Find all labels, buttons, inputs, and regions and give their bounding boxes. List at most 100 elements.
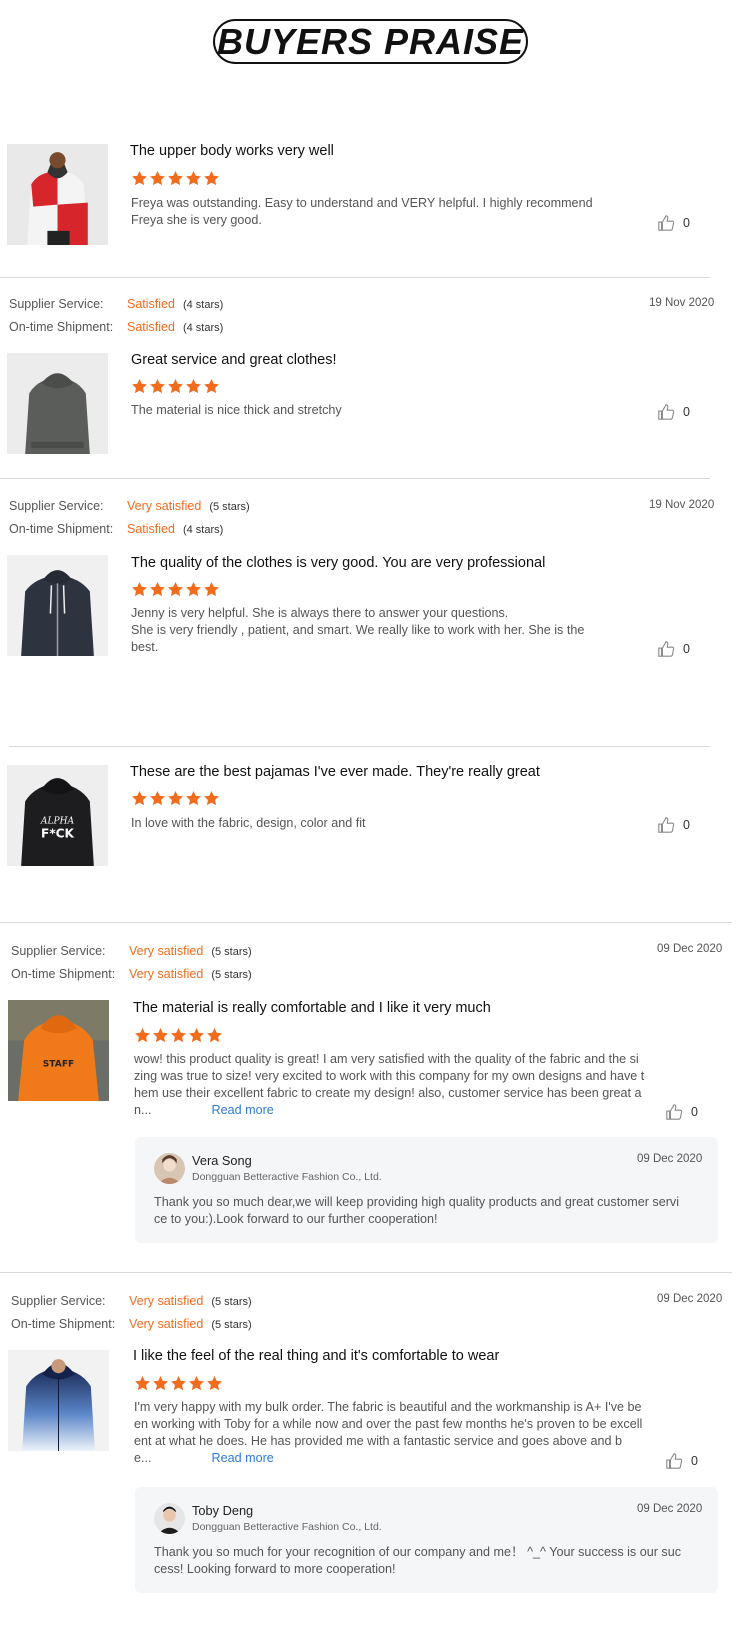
review-body-line: best. [131, 640, 159, 654]
divider [9, 746, 710, 747]
star-icon [204, 582, 219, 597]
review-body-line: wow! this product quality is great! I am… [134, 1052, 639, 1066]
rating-stars [134, 1027, 223, 1044]
read-more-link[interactable]: Read more [212, 1451, 274, 1465]
svg-text:STAFF: STAFF [43, 1060, 74, 1070]
review-date: 19 Nov 2020 [649, 499, 715, 511]
meta-value: Satisfied [127, 297, 175, 311]
divider [0, 1272, 732, 1273]
review-product-image[interactable] [8, 1350, 109, 1451]
review-title: The material is really comfortable and I… [133, 1000, 491, 1016]
review-date: 19 Nov 2020 [649, 297, 715, 309]
hoodie-black-print-photo-icon: ALPHA F*CK [7, 765, 108, 866]
like-button[interactable]: 0 [665, 1452, 698, 1470]
ontime-shipment-row: On-time Shipment: Satisfied (4 stars) [9, 522, 223, 536]
star-icon [186, 379, 201, 394]
svg-text:ALPHA: ALPHA [40, 817, 75, 827]
meta-label: Supplier Service: [11, 1294, 106, 1308]
supplier-service-row: Supplier Service: Satisfied (4 stars) [9, 297, 223, 311]
ontime-shipment-row: On-time Shipment: Very satisfied (5 star… [11, 967, 252, 981]
star-icon [150, 791, 165, 806]
star-icon [168, 379, 183, 394]
reply-text-line: Thank you so much for your recognition o… [154, 1545, 682, 1559]
star-icon [204, 791, 219, 806]
hoodie-navy-zip-photo-icon [7, 555, 108, 656]
hoodie-orange-photo-icon: STAFF [8, 1000, 109, 1101]
review-body: Jenny is very helpful. She is always the… [131, 605, 584, 656]
review-product-image[interactable]: STAFF [8, 1000, 109, 1101]
star-icon [135, 1028, 150, 1043]
star-icon [189, 1028, 204, 1043]
reply-author-name: Vera Song [192, 1153, 252, 1168]
reply-date: 09 Dec 2020 [637, 1153, 703, 1165]
meta-value: Satisfied [127, 522, 175, 536]
review-title: These are the best pajamas I've ever mad… [130, 764, 540, 780]
thumbs-up-icon [666, 1453, 683, 1469]
like-count: 0 [683, 216, 690, 230]
review-body: In love with the fabric, design, color a… [131, 815, 366, 832]
meta-label: Supplier Service: [9, 499, 104, 513]
review-body-line: She is very friendly , patient, and smar… [131, 623, 585, 637]
star-icon [186, 171, 201, 186]
review-date: 09 Dec 2020 [657, 943, 723, 955]
hoodie-blue-gradient-photo-icon [8, 1350, 109, 1451]
star-icon [150, 171, 165, 186]
meta-label: On-time Shipment: [11, 967, 116, 981]
thumbs-up-icon [666, 1104, 683, 1120]
review-body: I'm very happy with my bulk order. The f… [134, 1399, 642, 1467]
like-button[interactable]: 0 [665, 1103, 698, 1121]
meta-stars: (5 stars) [211, 1319, 252, 1331]
avatar [154, 1153, 185, 1184]
star-icon [135, 1376, 150, 1391]
supplier-service-row: Supplier Service: Very satisfied (5 star… [11, 944, 252, 958]
review-body-line: Freya she is very good. [131, 213, 262, 227]
divider [0, 478, 710, 479]
meta-value: Very satisfied [129, 1294, 204, 1308]
supplier-service-row: Supplier Service: Very satisfied (5 star… [11, 1294, 252, 1308]
review-body-line: zing was true to size! very excited to w… [134, 1069, 645, 1083]
like-button[interactable]: 0 [657, 816, 690, 834]
review-title: The upper body works very well [130, 143, 334, 159]
meta-stars: (5 stars) [211, 969, 252, 981]
star-icon [132, 171, 147, 186]
review-date: 09 Dec 2020 [657, 1293, 723, 1305]
reply-text-line: ce to you:).Look forward to our further … [154, 1212, 438, 1226]
review-product-image[interactable] [7, 555, 108, 656]
review-body-line: Jenny is very helpful. She is always the… [131, 606, 509, 620]
ontime-shipment-row: On-time Shipment: Satisfied (4 stars) [9, 320, 223, 334]
review-body-tail: n... [134, 1103, 152, 1117]
star-icon [207, 1028, 222, 1043]
star-icon [204, 171, 219, 186]
review-body-line: ent at what he does. He has provided me … [134, 1434, 622, 1448]
thumbs-up-icon [658, 817, 675, 833]
reply-date: 09 Dec 2020 [637, 1503, 703, 1515]
review-body-line: n... Read more [134, 1102, 644, 1119]
review-product-image[interactable] [7, 353, 108, 454]
meta-value: Very satisfied [129, 944, 204, 958]
meta-stars: (4 stars) [182, 299, 224, 311]
thumbs-up-icon [658, 404, 675, 420]
review-product-image[interactable] [7, 144, 108, 245]
star-icon [150, 582, 165, 597]
reply-company: Dongguan Betteractive Fashion Co., Ltd. [192, 1171, 382, 1183]
rating-stars [131, 790, 220, 807]
supplier-reply: Toby Deng Dongguan Betteractive Fashion … [135, 1487, 718, 1593]
meta-label: On-time Shipment: [9, 522, 114, 536]
thumbs-up-icon [658, 641, 675, 657]
read-more-link[interactable]: Read more [212, 1103, 274, 1117]
like-count: 0 [691, 1454, 698, 1468]
like-button[interactable]: 0 [657, 640, 690, 658]
review-product-image[interactable]: ALPHA F*CK [7, 765, 108, 866]
hoodie-red-white-photo-icon [7, 144, 108, 245]
star-icon [132, 582, 147, 597]
like-button[interactable]: 0 [657, 403, 690, 421]
avatar-vera-icon [154, 1153, 185, 1184]
rating-stars [131, 581, 220, 598]
meta-label: On-time Shipment: [11, 1317, 116, 1331]
meta-stars: (4 stars) [182, 322, 224, 334]
star-icon [153, 1376, 168, 1391]
meta-stars: (5 stars) [209, 501, 250, 513]
supplier-reply: Vera Song Dongguan Betteractive Fashion … [135, 1137, 718, 1243]
like-button[interactable]: 0 [657, 214, 690, 232]
reply-text: Thank you so much dear,we will keep prov… [154, 1194, 679, 1228]
